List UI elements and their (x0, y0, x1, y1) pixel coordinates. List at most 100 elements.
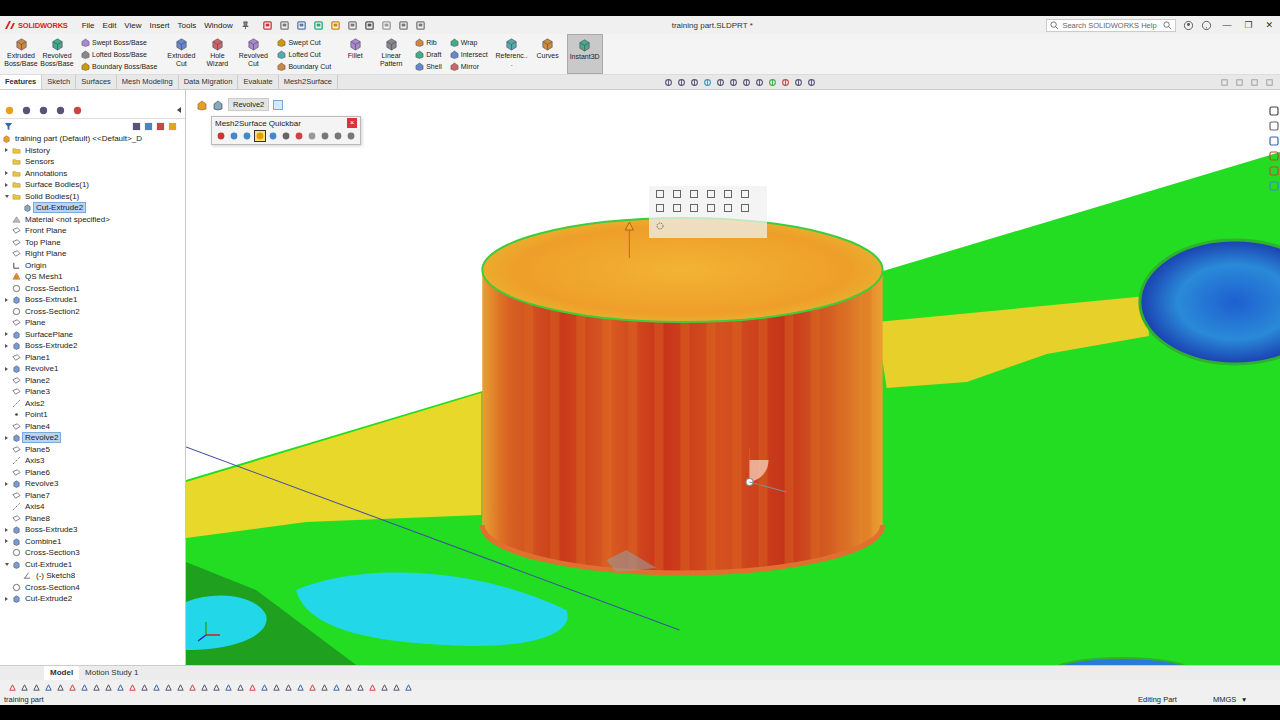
toolbar-icon[interactable] (20, 683, 29, 692)
tree-item[interactable]: Top Plane (0, 237, 185, 249)
tree-item[interactable]: Plane6 (0, 467, 185, 479)
tree-item[interactable]: Plane5 (0, 444, 185, 456)
menu-item[interactable]: Edit (103, 21, 117, 30)
tree-item[interactable]: Sensors (0, 156, 185, 168)
ribbon-button[interactable]: Mirror (449, 61, 489, 72)
toolbar-icon[interactable] (224, 683, 233, 692)
task-pane-icon[interactable] (1269, 166, 1279, 176)
quick-access-icon[interactable] (262, 20, 273, 31)
tree-item[interactable]: Axis3 (0, 455, 185, 467)
model-tab[interactable]: Model (44, 666, 79, 680)
view-icon[interactable] (664, 78, 673, 87)
expand-arrow-icon[interactable] (5, 367, 8, 371)
deviation-model[interactable] (186, 90, 1280, 665)
ribbon-button[interactable]: Wrap (449, 37, 489, 48)
tree-item[interactable]: Material <not specified> (0, 214, 185, 226)
toolbar-icon[interactable] (56, 683, 65, 692)
quick-access-icon[interactable] (364, 20, 375, 31)
context-tool-icon[interactable] (672, 189, 682, 199)
tree-item[interactable]: Cross-Section4 (0, 582, 185, 594)
ribbon-button[interactable]: Rib (414, 37, 443, 48)
tree-item[interactable]: Cross-Section2 (0, 306, 185, 318)
toolbar-icon[interactable] (392, 683, 401, 692)
window-icon[interactable] (1250, 78, 1259, 87)
toolbar-icon[interactable] (8, 683, 17, 692)
tree-item[interactable]: Cut-Extrude1 (0, 559, 185, 571)
context-tool-icon[interactable] (740, 189, 750, 199)
command-tab[interactable]: Mesh Modeling (117, 75, 179, 89)
tree-item[interactable]: Boss-Extrude2 (0, 340, 185, 352)
context-tool-icon[interactable] (672, 203, 682, 213)
context-tool-icon[interactable] (723, 203, 733, 213)
ribbon-button[interactable]: Swept Cut (276, 37, 332, 48)
tree-item[interactable]: Annotations (0, 168, 185, 180)
ribbon-button[interactable]: Extruded Cut (164, 34, 198, 74)
tree-item[interactable]: Boss-Extrude1 (0, 294, 185, 306)
tree-item[interactable]: Cut-Extrude2 (0, 202, 185, 214)
command-tab[interactable]: Surfaces (76, 75, 117, 89)
unit-dropdown[interactable]: ▾ (1242, 695, 1246, 704)
expand-arrow-icon[interactable] (5, 298, 8, 302)
context-tool-icon[interactable] (706, 203, 716, 213)
toolbar-icon[interactable] (320, 683, 329, 692)
command-tab[interactable]: Features (0, 75, 42, 89)
tree-item[interactable]: Solid Bodies(1) (0, 191, 185, 203)
search-go-icon[interactable] (1163, 21, 1172, 30)
ribbon-button[interactable]: Revolved Boss/Base (40, 34, 74, 74)
ribbon-button[interactable]: Revolved Cut (236, 34, 270, 74)
quickbar-tool-icon[interactable] (307, 131, 317, 141)
ribbon-button[interactable]: Extruded Boss/Base (4, 34, 38, 74)
toolbar-icon[interactable] (404, 683, 413, 692)
menu-item[interactable]: Insert (150, 21, 170, 30)
quickbar-tool-icon[interactable] (320, 131, 330, 141)
command-tab[interactable]: Mesh2Surface (279, 75, 338, 89)
tree-item[interactable]: Plane8 (0, 513, 185, 525)
view-icon[interactable] (677, 78, 686, 87)
tree-item[interactable]: SurfacePlane (0, 329, 185, 341)
quickbar-tool-icon[interactable] (346, 131, 356, 141)
expand-arrow-icon[interactable] (5, 597, 8, 601)
quickbar-tool-icon[interactable] (216, 131, 226, 141)
toolbar-icon[interactable] (140, 683, 149, 692)
filter-icon[interactable] (4, 122, 13, 131)
tree-item[interactable]: Revolve3 (0, 478, 185, 490)
view-icon[interactable] (807, 78, 816, 87)
tree-item[interactable]: Axis2 (0, 398, 185, 410)
window-control[interactable]: — (1219, 20, 1234, 30)
help-search[interactable]: Search SOLIDWORKS Help (1046, 19, 1176, 32)
toolbar-icon[interactable] (92, 683, 101, 692)
tree-item[interactable]: Boss-Extrude3 (0, 524, 185, 536)
app-logo[interactable]: SOLIDWORKS (4, 20, 68, 30)
view-icon[interactable] (742, 78, 751, 87)
toolbar-icon[interactable] (248, 683, 257, 692)
ribbon-button[interactable]: Fillet (338, 34, 372, 74)
toolbar-icon[interactable] (368, 683, 377, 692)
menu-item[interactable]: File (82, 21, 95, 30)
tree-item[interactable]: Plane7 (0, 490, 185, 502)
quick-access-icon[interactable] (415, 20, 426, 31)
command-tab[interactable]: Sketch (42, 75, 76, 89)
view-icon[interactable] (729, 78, 738, 87)
expand-arrow-icon[interactable] (5, 195, 9, 198)
expand-arrow-icon[interactable] (5, 148, 8, 152)
tree-item[interactable]: Cross-Section3 (0, 547, 185, 559)
display-pane-icon[interactable] (144, 122, 153, 131)
panel-tab-icon[interactable] (72, 105, 83, 116)
toolbar-icon[interactable] (356, 683, 365, 692)
body-icon[interactable] (212, 99, 224, 111)
toolbar-icon[interactable] (260, 683, 269, 692)
tree-item[interactable]: Origin (0, 260, 185, 272)
tree-item[interactable]: Cut-Extrude2 (0, 593, 185, 605)
panel-tab-icon[interactable] (21, 105, 32, 116)
ribbon-button[interactable]: Curves (531, 34, 565, 74)
toolbar-icon[interactable] (188, 683, 197, 692)
graphics-area[interactable]: Revolve2 Mesh2Surface Quickbar × (186, 90, 1280, 665)
ribbon-button[interactable]: Draft (414, 49, 443, 60)
command-tab[interactable]: Data Migration (179, 75, 239, 89)
quick-access-icon[interactable] (296, 20, 307, 31)
quick-access-icon[interactable] (313, 20, 324, 31)
task-pane-icon[interactable] (1269, 106, 1279, 116)
ribbon-button[interactable]: Boundary Boss/Base (80, 61, 158, 72)
expand-arrow-icon[interactable] (5, 171, 8, 175)
model-tab[interactable]: Motion Study 1 (79, 666, 144, 680)
